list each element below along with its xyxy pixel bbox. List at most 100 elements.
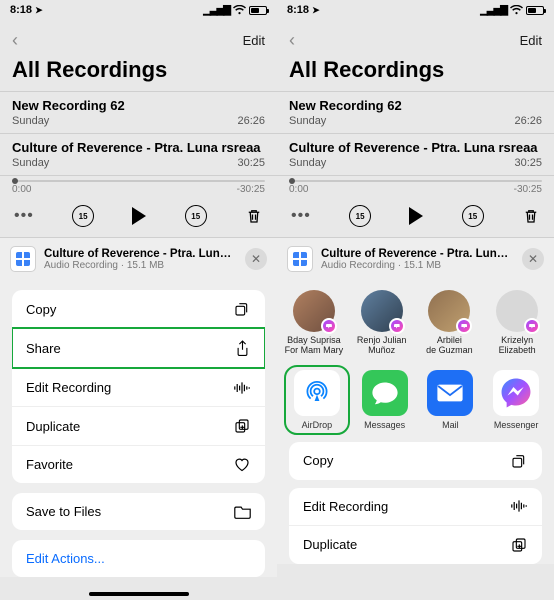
status-time: 8:18 ➤ (287, 4, 320, 16)
page-title: All Recordings (277, 55, 554, 91)
page-title: All Recordings (0, 55, 277, 91)
app-mail[interactable]: Mail (423, 370, 479, 432)
recording-dur: 26:26 (237, 115, 265, 127)
scrubber[interactable] (12, 180, 265, 182)
status-time: 8:18 ➤ (10, 4, 43, 16)
menu-label: Duplicate (303, 537, 357, 552)
trash-icon[interactable] (522, 207, 540, 225)
menu-favorite[interactable]: Favorite (12, 445, 265, 483)
signal-icon: ▁▃▅▇ (480, 5, 507, 16)
battery-icon (526, 6, 544, 15)
wifi-icon (510, 5, 523, 15)
heart-icon (233, 457, 251, 472)
time-neg: -30:25 (237, 184, 265, 195)
edit-link[interactable]: Edit (520, 33, 542, 48)
messenger-badge-icon (389, 318, 405, 334)
forward-15-icon[interactable]: 15 (462, 205, 484, 227)
share-header: Culture of Reverence - Ptra. Luna rsreaa… (0, 237, 277, 280)
duplicate-icon (510, 537, 528, 553)
menu-copy[interactable]: Copy (12, 290, 265, 328)
share-title: Culture of Reverence - Ptra. Luna rsreaa (44, 248, 237, 260)
recording-name: Culture of Reverence - Ptra. Luna rsreaa (12, 140, 265, 155)
menu-edit-recording[interactable]: Edit Recording (12, 368, 265, 406)
recording-name: New Recording 62 (289, 98, 542, 113)
file-thumb-icon (10, 246, 36, 272)
app-label: Mail (423, 420, 479, 430)
share-subtitle: Audio Recording · 15.1 MB (44, 260, 237, 271)
rewind-15-icon[interactable]: 15 (72, 205, 94, 227)
menu-label: Duplicate (26, 419, 80, 434)
trash-icon[interactable] (245, 207, 263, 225)
battery-icon (249, 6, 267, 15)
play-icon[interactable] (132, 207, 146, 225)
share-header: Culture of Reverence - Ptra. Luna rsreaa… (277, 237, 554, 280)
app-messages[interactable]: Messages (357, 370, 413, 432)
recording-row[interactable]: New Recording 62 Sunday 26:26 (0, 91, 277, 133)
player-controls: ••• 15 15 (0, 201, 277, 237)
waveform-icon (233, 381, 251, 395)
left-screenshot: 8:18 ➤ ▁▃▅▇ ‹ Edit All Recordings New Re… (0, 0, 277, 600)
nav-bar: ‹ Edit (277, 18, 554, 55)
menu-duplicate[interactable]: Duplicate (12, 406, 265, 445)
recording-row[interactable]: New Recording 62 Sunday26:26 (277, 91, 554, 133)
status-bar: 8:18 ➤ ▁▃▅▇ (277, 0, 554, 18)
messenger-icon (493, 370, 539, 416)
recording-day: Sunday (12, 115, 49, 127)
menu-label: Edit Recording (26, 380, 111, 395)
avatar (428, 290, 470, 332)
contact-item[interactable]: Bday SuprisaFor Mam Mary (283, 290, 345, 356)
menu-duplicate[interactable]: Duplicate (289, 525, 542, 564)
signal-icon: ▁▃▅▇ (203, 5, 230, 16)
contact-item[interactable]: Arbileide Guzman (419, 290, 481, 356)
status-bar: 8:18 ➤ ▁▃▅▇ (0, 0, 277, 18)
player-controls: ••• 15 15 (277, 201, 554, 237)
context-menu: Copy Share Edit Recording Duplicate Favo… (12, 290, 265, 483)
messenger-badge-icon (456, 318, 472, 334)
forward-15-icon[interactable]: 15 (185, 205, 207, 227)
app-airdrop[interactable]: AirDrop (287, 368, 347, 432)
back-button[interactable]: ‹ (12, 30, 18, 51)
rewind-15-icon[interactable]: 15 (349, 205, 371, 227)
menu-label: Edit Recording (303, 499, 388, 514)
more-icon[interactable]: ••• (291, 207, 311, 225)
menu-label: Copy (26, 302, 56, 317)
menu-edit-recording[interactable]: Edit Recording (289, 488, 542, 525)
close-icon[interactable]: ✕ (245, 248, 267, 270)
menu-share[interactable]: Share (12, 328, 265, 368)
menu-label: Share (26, 341, 61, 356)
copy-icon (233, 301, 251, 317)
messenger-badge-icon (524, 318, 540, 334)
avatar (496, 290, 538, 332)
app-messenger[interactable]: Messenger (488, 370, 544, 432)
menu-save-files[interactable]: Save to Files (12, 493, 265, 530)
mail-icon (427, 370, 473, 416)
avatar (293, 290, 335, 332)
recording-dur: 30:25 (237, 157, 265, 169)
airdrop-icon (294, 370, 340, 416)
back-button[interactable]: ‹ (289, 30, 295, 51)
scrubber[interactable] (289, 180, 542, 182)
time-pos: 0:00 (289, 184, 308, 195)
file-thumb-icon (287, 246, 313, 272)
close-icon[interactable]: ✕ (522, 248, 544, 270)
recording-row-selected[interactable]: Culture of Reverence - Ptra. Luna rsreaa… (0, 133, 277, 176)
edit-link[interactable]: Edit (243, 33, 265, 48)
menu-label: Copy (303, 453, 333, 468)
menu-edit-actions[interactable]: Edit Actions... (12, 540, 265, 577)
wifi-icon (233, 5, 246, 15)
play-icon[interactable] (409, 207, 423, 225)
home-indicator[interactable] (89, 592, 189, 596)
menu-copy[interactable]: Copy (289, 442, 542, 480)
contact-item[interactable]: Renjo JulianMuñoz (351, 290, 413, 356)
menu-label: Save to Files (26, 504, 101, 519)
copy-icon (510, 453, 528, 469)
more-icon[interactable]: ••• (14, 207, 34, 225)
recording-row-selected[interactable]: Culture of Reverence - Ptra. Luna rsreaa… (277, 133, 554, 176)
share-subtitle: Audio Recording · 15.1 MB (321, 260, 514, 271)
share-icon (233, 340, 251, 357)
contact-item[interactable]: KrizelynElizabeth (486, 290, 548, 356)
time-pos: 0:00 (12, 184, 31, 195)
share-apps: AirDrop Messages Mail Messenger (277, 364, 554, 442)
app-label: Messages (357, 420, 413, 430)
nav-bar: ‹ Edit (0, 18, 277, 55)
